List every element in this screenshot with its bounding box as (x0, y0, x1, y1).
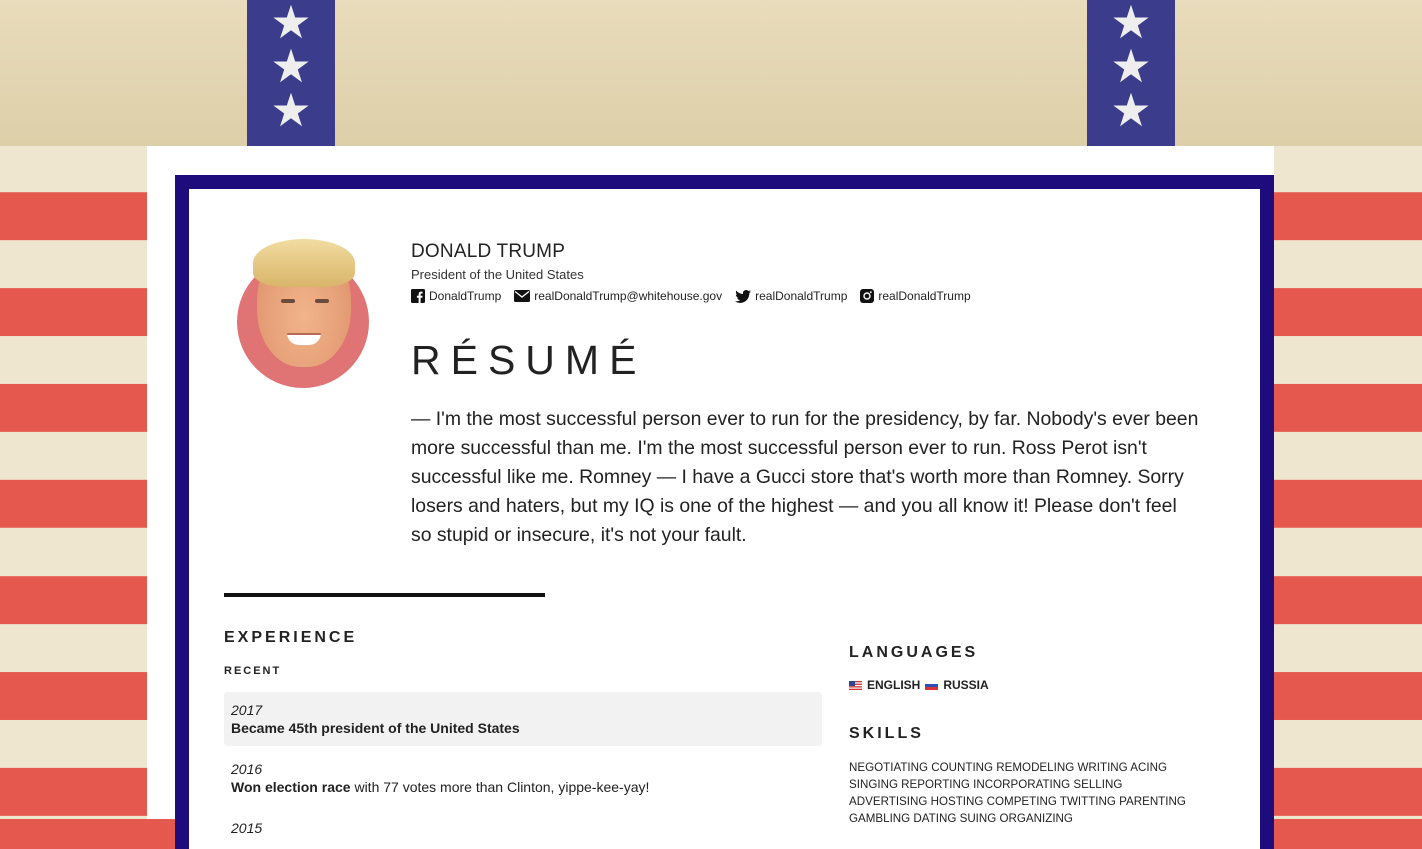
star-field-right: ★ ★ ★ (1087, 0, 1175, 146)
experience-description: Became 45th president of the United Stat… (231, 719, 815, 738)
email-address: realDonaldTrump@whitehouse.gov (534, 289, 723, 303)
skills-list: NEGOTIATING COUNTING REMODELING WRITING … (849, 761, 1186, 825)
languages-title: LANGUAGES (849, 644, 979, 661)
experience-item: 2015 (224, 810, 822, 845)
resume-page: DONALD TRUMP President of the United Sta… (147, 146, 1274, 849)
avatar (237, 239, 369, 389)
experience-description: Won election race with 77 votes more tha… (231, 778, 815, 797)
person-name: DONALD TRUMP (411, 241, 566, 262)
facebook-handle: DonaldTrump (429, 289, 502, 303)
experience-detail: with 77 votes more than Clinton, yippe-k… (350, 779, 650, 795)
russia-flag-icon (925, 680, 939, 690)
background-banner: ★ ★ ★ ★ ★ ★ (0, 0, 1422, 146)
person-title: President of the United States (411, 267, 584, 282)
experience-highlight: Won election race (231, 779, 351, 795)
twitter-icon (735, 289, 752, 303)
skills-title: SKILLS (849, 725, 924, 742)
facebook-link[interactable]: DonaldTrump (411, 289, 501, 303)
experience-year: 2016 (231, 761, 263, 777)
experience-subtitle: RECENT (224, 665, 282, 677)
experience-year: 2017 (231, 702, 263, 718)
avatar-eye-right (315, 299, 329, 303)
experience-year: 2015 (231, 820, 263, 836)
experience-highlight: Became 45th president of the United Stat… (231, 720, 520, 736)
star-field-left: ★ ★ ★ (247, 0, 335, 146)
resume-quote: — I'm the most successful person ever to… (411, 408, 1199, 546)
language-russia: RUSSIA (943, 678, 989, 692)
experience-item: 2016 Won election race with 77 votes mor… (224, 751, 822, 805)
section-divider (224, 593, 545, 597)
email-link[interactable]: realDonaldTrump@whitehouse.gov (514, 289, 722, 303)
instagram-icon (860, 289, 875, 303)
twitter-handle: realDonaldTrump (755, 289, 848, 303)
instagram-handle: realDonaldTrump (878, 289, 971, 303)
experience-title: EXPERIENCE (224, 629, 358, 646)
resume-heading: RÉSUMÉ (411, 337, 647, 383)
avatar-eye-left (281, 299, 295, 303)
avatar-mouth (287, 333, 321, 345)
experience-item: 2017 Became 45th president of the United… (224, 692, 822, 746)
us-flag-icon (849, 680, 862, 690)
avatar-hair (253, 239, 355, 287)
instagram-link[interactable]: realDonaldTrump (860, 289, 971, 303)
twitter-link[interactable]: realDonaldTrump (735, 289, 847, 303)
contact-list: DonaldTrump realDonaldTrump@whitehouse.g… (411, 289, 984, 303)
envelope-icon (514, 290, 531, 302)
resume-frame: DONALD TRUMP President of the United Sta… (175, 175, 1274, 849)
facebook-icon (411, 289, 425, 303)
language-english: ENGLISH (867, 678, 921, 692)
languages-list: ENGLISH RUSSIA (849, 678, 989, 692)
